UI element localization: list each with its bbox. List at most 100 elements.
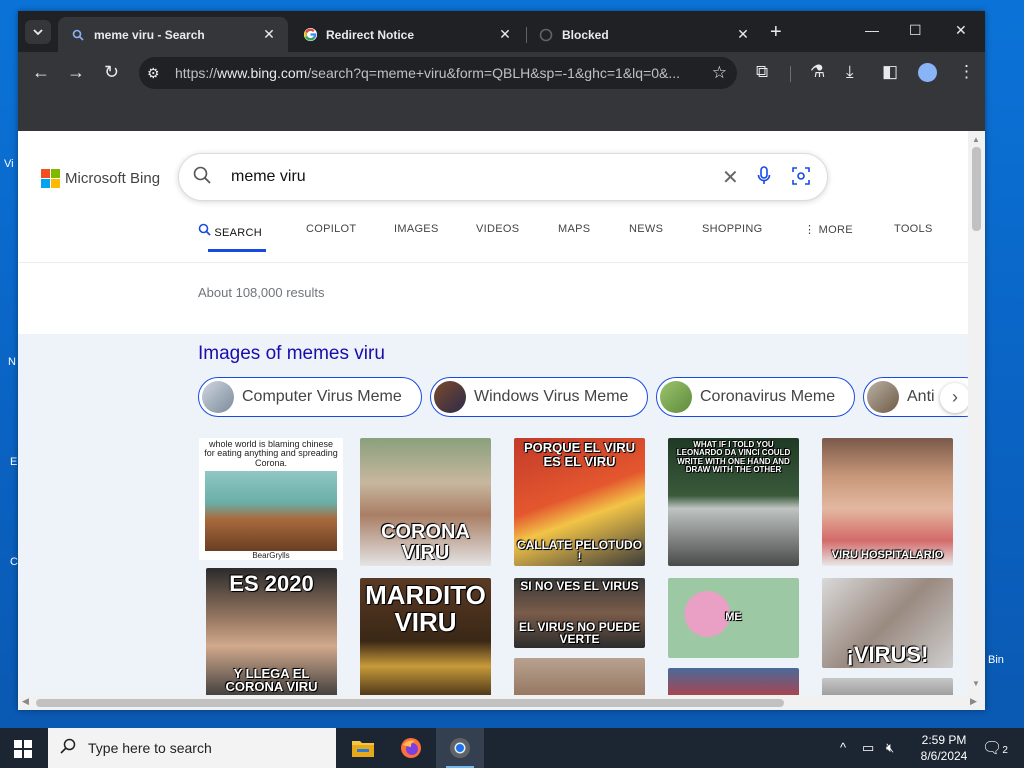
file-explorer-taskbar-button[interactable] [339, 728, 387, 768]
close-icon[interactable]: ✕ [496, 26, 514, 43]
url-scheme: https:// [175, 65, 218, 81]
notifications-icon[interactable]: 🗨︎2 [982, 738, 1008, 758]
scrollbar-thumb[interactable] [36, 699, 784, 707]
image-result[interactable]: PORQUE EL VIRU ES EL VIRU CALLATE PELOTU… [514, 438, 645, 566]
pill-label: Coronavirus Meme [700, 388, 836, 405]
image-result[interactable] [822, 678, 953, 695]
tab-maps[interactable]: MAPS [558, 223, 590, 235]
extensions-icon[interactable]: ⧉ [756, 63, 768, 81]
browser-menu-icon[interactable]: ⋮ [958, 63, 975, 81]
url-host: www.bing.com [217, 65, 308, 81]
tab-more[interactable]: ⋮ MORE [804, 223, 853, 236]
search-box[interactable]: meme viru ✕ [178, 153, 828, 201]
tab-label: MORE [818, 224, 853, 236]
pill-label: Computer Virus Meme [242, 388, 402, 405]
image-caption-top: WHAT IF I TOLD YOU LEONARDO DA VINCI COU… [676, 440, 791, 475]
chevron-up-icon[interactable]: ^ [840, 740, 846, 755]
related-pill-windows-virus-meme[interactable]: Windows Virus Meme [430, 377, 648, 417]
scroll-down-arrow-icon[interactable]: ▼ [972, 679, 980, 688]
tab-search[interactable]: SEARCH [198, 223, 262, 239]
image-result[interactable] [514, 658, 645, 695]
back-button[interactable]: ← [32, 63, 50, 81]
network-icon[interactable]: ▭ [862, 740, 874, 756]
taskbar-search-placeholder: Type here to search [88, 740, 212, 756]
image-result[interactable]: CORONA VIRU [360, 438, 491, 566]
tab-tools[interactable]: TOOLS [894, 223, 933, 235]
close-icon[interactable]: ✕ [260, 26, 278, 43]
clock-time: 2:59 PM [921, 733, 967, 747]
tab-bing-search[interactable]: meme viru - Search ✕ [58, 17, 288, 52]
image-result[interactable]: ME [668, 578, 799, 658]
chevron-right-icon[interactable]: › [940, 383, 968, 413]
image-result[interactable]: WHAT IF I TOLD YOU LEONARDO DA VINCI COU… [668, 438, 799, 566]
related-pill-coronavirus-meme[interactable]: Coronavirus Meme [656, 377, 855, 417]
profile-avatar-icon[interactable] [918, 63, 937, 82]
image-result[interactable]: ES 2020 Y LLEGA EL CORONA VIRU [206, 568, 337, 695]
scroll-right-arrow-icon[interactable]: ▶ [970, 696, 977, 707]
image-result[interactable]: SI NO VES EL VIRUS EL VIRUS NO PUEDE VER… [514, 578, 645, 648]
firefox-icon [401, 738, 421, 758]
image-result[interactable]: VIRU HOSPITALARIO [822, 438, 953, 566]
visual-search-icon[interactable] [791, 166, 811, 191]
horizontal-scrollbar[interactable]: ◀ ▶ [18, 695, 985, 710]
scroll-left-arrow-icon[interactable]: ◀ [22, 696, 29, 707]
maximize-button[interactable]: ☐ [909, 22, 922, 39]
reload-button[interactable]: ↻ [104, 63, 119, 81]
pill-thumbnail [434, 381, 466, 413]
tab-title: meme viru - Search [94, 27, 205, 42]
windows-start-icon[interactable] [14, 740, 32, 758]
image-result[interactable]: ¡VIRUS! [822, 578, 953, 668]
chevron-down-icon [33, 29, 43, 36]
microsoft-logo-icon [41, 169, 60, 188]
tab-redirect-notice[interactable]: Redirect Notice ✕ [290, 17, 524, 52]
recycle-bin-label[interactable]: Bin [988, 654, 1004, 666]
images-heading-link[interactable]: Images of memes viru [198, 343, 385, 365]
image-result[interactable]: whole world is blaming chinese for eatin… [199, 438, 343, 560]
search-icon[interactable] [193, 166, 211, 189]
address-bar[interactable]: ⚙ https://www.bing.com/search?q=meme+vir… [139, 57, 737, 89]
scroll-up-arrow-icon[interactable]: ▲ [972, 135, 980, 144]
speaker-muted-icon[interactable]: 🔇︎ [886, 740, 894, 756]
side-panel-icon[interactable]: ◧ [882, 63, 898, 81]
divider [18, 262, 968, 263]
microphone-icon[interactable] [757, 166, 771, 191]
chrome-taskbar-button[interactable] [436, 728, 484, 768]
tab-images[interactable]: IMAGES [394, 223, 439, 235]
forward-button[interactable]: → [67, 63, 85, 81]
tab-label: SEARCH [214, 227, 263, 239]
search-input[interactable]: meme viru [231, 168, 306, 186]
pill-thumbnail [660, 381, 692, 413]
image-result[interactable] [668, 668, 799, 695]
tab-title: Blocked [562, 27, 609, 42]
site-info-icon[interactable]: ⚙ [147, 65, 160, 82]
tab-shopping[interactable]: SHOPPING [702, 223, 762, 235]
tab-copilot[interactable]: COPILOT [306, 223, 356, 235]
new-tab-button[interactable]: + [770, 22, 782, 42]
tab-videos[interactable]: VIDEOS [476, 223, 519, 235]
firefox-taskbar-button[interactable] [387, 728, 435, 768]
results-count: About 108,000 results [198, 285, 325, 300]
tab-news[interactable]: NEWS [629, 223, 663, 235]
scrollbar-thumb[interactable] [972, 147, 981, 231]
clear-search-icon[interactable]: ✕ [722, 165, 739, 190]
tab-blocked[interactable]: Blocked ✕ [526, 17, 762, 52]
close-icon[interactable]: ✕ [734, 26, 752, 43]
vertical-scrollbar[interactable]: ▲ ▼ [968, 131, 985, 695]
tab-search-button[interactable] [25, 20, 51, 44]
taskbar-clock[interactable]: 2:59 PM 8/6/2024 [916, 732, 972, 764]
bing-logo[interactable]: Microsoft Bing [41, 169, 160, 188]
download-icon[interactable]: ⤓ [846, 63, 854, 81]
image-result[interactable]: MARDITO VIRU [360, 578, 491, 695]
image-caption-top: PORQUE EL VIRU ES EL VIRU [523, 440, 635, 469]
labs-flask-icon[interactable]: ⚗ [810, 63, 825, 81]
minimize-button[interactable]: — [865, 22, 879, 38]
taskbar-search-box[interactable]: Type here to search [48, 728, 336, 768]
google-icon [302, 27, 318, 43]
related-pill-computer-virus-meme[interactable]: Computer Virus Meme [198, 377, 422, 417]
window-close-button[interactable]: ✕ [955, 22, 967, 39]
bookmark-star-icon[interactable]: ☆ [712, 63, 727, 83]
bing-search-icon [70, 27, 86, 43]
image-caption-bottom: BearGrylls [252, 550, 290, 560]
image-caption-bottom: ¡VIRUS! [846, 641, 929, 667]
search-icon [198, 223, 214, 239]
